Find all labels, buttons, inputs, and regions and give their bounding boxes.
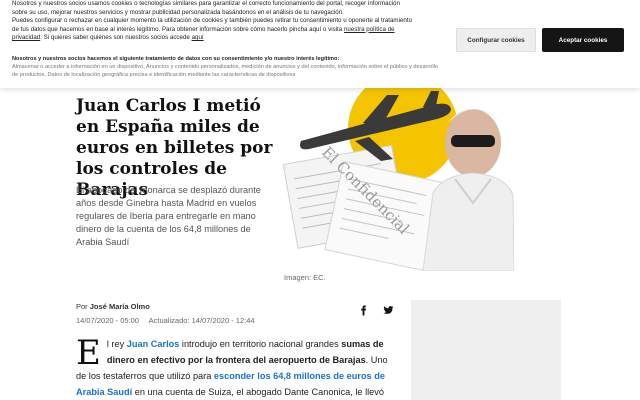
facebook-icon xyxy=(360,304,366,316)
byline: Por José María Olmo xyxy=(76,302,150,311)
cookie-banner: Nosotros y nuestros socios usamos cookie… xyxy=(0,0,640,88)
ad-placeholder xyxy=(411,300,561,400)
hero-image: El Confidencial xyxy=(283,83,514,271)
article-body: E l rey Juan Carlos introdujo en territo… xyxy=(76,336,388,400)
article-dates: 14/07/2020 - 05:00 Actualizado: 14/07/20… xyxy=(76,316,263,325)
image-caption: Imagen: EC. xyxy=(284,273,326,282)
twitter-share-button[interactable] xyxy=(378,300,398,320)
drop-cap: E xyxy=(76,333,101,373)
legitimate-interest-title: Nosotros y nuestros socios hacemos el si… xyxy=(12,56,340,62)
cookie-main-text: Nosotros y nuestros socios usamos cookie… xyxy=(12,0,422,43)
juan-carlos-link[interactable]: Juan Carlos xyxy=(127,339,180,349)
author-link[interactable]: José María Olmo xyxy=(90,302,150,311)
body-text-2: introdujo en territorio nacional grandes xyxy=(179,339,342,349)
configure-cookies-button[interactable]: Configurar cookies xyxy=(456,28,536,52)
twitter-icon xyxy=(382,305,394,314)
legitimate-interest-purposes: Almacenar o acceder a información en un … xyxy=(12,64,438,78)
cookie-line-2: sobre su uso, mejorar nuestros servicios… xyxy=(12,8,344,16)
body-text-1: l rey xyxy=(106,339,127,349)
updated-date: Actualizado: 14/07/2020 - 12:44 xyxy=(148,316,255,325)
cookie-line-4: de tus datos que hacemos en base al inte… xyxy=(12,25,395,42)
cookie-line-4-text: de tus datos que hacemos en base al inte… xyxy=(12,25,343,33)
partners-link[interactable]: aquí xyxy=(192,34,204,41)
cookie-line-3: Puedes configurar o rechazar en cualquie… xyxy=(12,17,413,25)
article-standfirst: El abogado del monarca se desplazó duran… xyxy=(76,185,261,247)
facebook-share-button[interactable] xyxy=(353,300,373,320)
published-date: 14/07/2020 - 05:00 xyxy=(76,316,139,325)
byline-prefix: Por xyxy=(76,302,88,311)
cookie-line-1: Nosotros y nuestros socios usamos cookie… xyxy=(12,0,400,7)
accept-cookies-button[interactable]: Aceptar cookies xyxy=(542,28,624,52)
partners-sentence: Si quieres saber quiénes son nuestros so… xyxy=(43,34,190,42)
